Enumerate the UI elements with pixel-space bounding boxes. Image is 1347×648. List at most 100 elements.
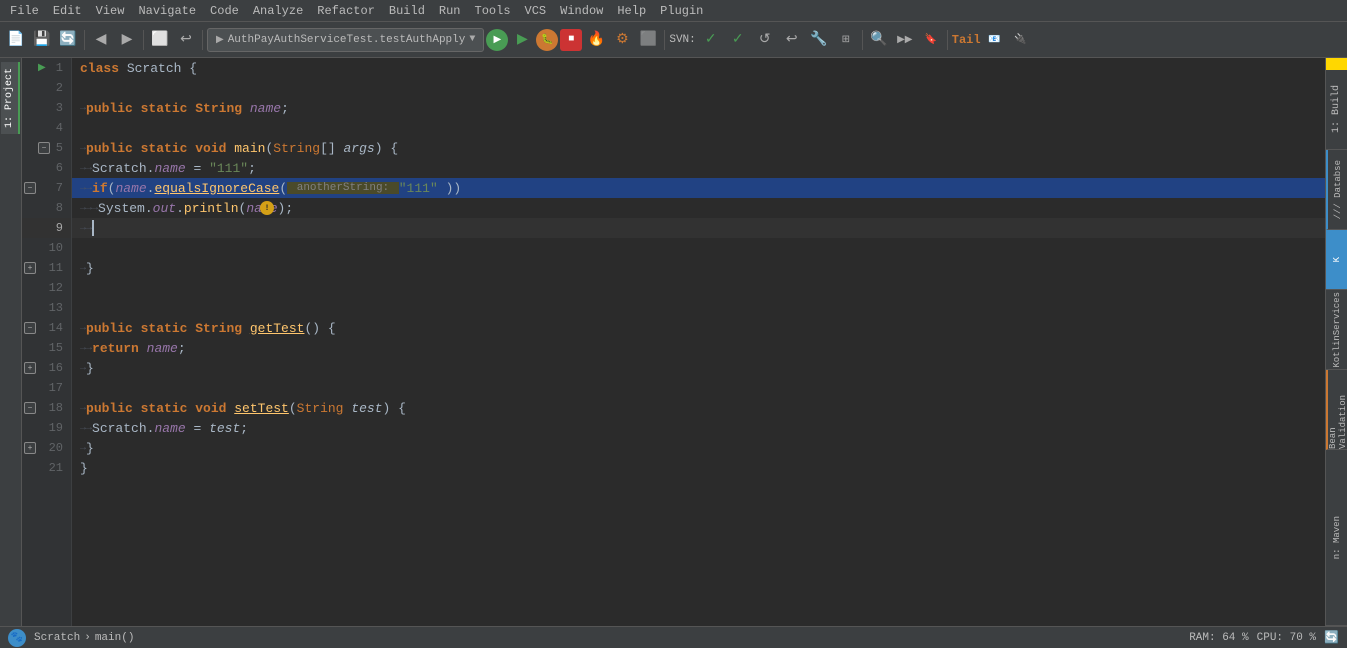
gutter-line-7: − 7 <box>22 178 71 198</box>
status-bar-right: RAM: 64 % CPU: 70 % 🔄 <box>1189 630 1339 645</box>
dog-icon: 🐾 <box>8 629 26 647</box>
sync-btn[interactable]: 🔄 <box>56 28 80 52</box>
menu-edit[interactable]: Edit <box>47 2 88 20</box>
gutter-line-6: 6 <box>22 158 71 178</box>
right-side-bars: 1: Build /// Databse K KotlinServices Be… <box>1325 58 1347 626</box>
code-line-3: →public static String name; <box>72 98 1325 118</box>
sidebar-item-project[interactable]: 1: Project <box>1 62 20 134</box>
code-line-14: →public static String getTest() { <box>72 318 1325 338</box>
code-editor[interactable]: class Scratch { →public static String na… <box>72 58 1325 626</box>
gutter-line-3: 3 <box>22 98 71 118</box>
breadcrumb-method[interactable]: main() <box>95 632 135 644</box>
menu-analyze[interactable]: Analyze <box>247 2 309 20</box>
sidebar-item-maven[interactable]: n: Maven <box>1326 450 1347 626</box>
code-line-2 <box>72 78 1325 98</box>
gutter-line-9: 9 <box>22 218 71 238</box>
forward-btn[interactable]: ▶ <box>115 28 139 52</box>
svn-wrench-btn[interactable]: 🔧 <box>807 28 831 52</box>
gutter-line-10: 10 <box>22 238 71 258</box>
breadcrumb-arrow: › <box>84 632 91 644</box>
gutter-line-15: 15 <box>22 338 71 358</box>
code-line-7: →→if(name.equalsIgnoreCase( anotherStrin… <box>72 178 1325 198</box>
svn-merge-btn[interactable]: ⊞ <box>834 28 858 52</box>
menu-tools[interactable]: Tools <box>469 2 517 20</box>
view-btn[interactable]: ⬜ <box>148 28 172 52</box>
menu-view[interactable]: View <box>90 2 131 20</box>
menu-run[interactable]: Run <box>433 2 467 20</box>
code-line-20: →} <box>72 438 1325 458</box>
code-line-4 <box>72 118 1325 138</box>
code-line-18: →public static void setTest(String test)… <box>72 398 1325 418</box>
flame-btn[interactable]: 🔥 <box>584 28 608 52</box>
menu-help[interactable]: Help <box>611 2 652 20</box>
run-button[interactable]: ▶ <box>486 29 508 51</box>
sidebar-item-beanvalidation[interactable]: Bean Validation <box>1326 370 1347 450</box>
run2-btn[interactable]: ▶▶ <box>893 28 917 52</box>
toolbar-sep-6 <box>947 30 948 50</box>
code-line-6: →→Scratch.name = "111"; <box>72 158 1325 178</box>
menu-window[interactable]: Window <box>554 2 609 20</box>
gutter-line-11: + 11 <box>22 258 71 278</box>
menu-refactor[interactable]: Refactor <box>311 2 381 20</box>
code-line-13 <box>72 298 1325 318</box>
bookmark-btn[interactable]: 🔖 <box>919 28 943 52</box>
gutter-line-4: 4 <box>22 118 71 138</box>
run-config-label: AuthPayAuthServiceTest.testAuthApply <box>228 34 466 46</box>
sidebar-item-build[interactable]: 1: Build <box>1326 70 1347 150</box>
extra-btn1[interactable]: 📧 <box>983 28 1007 52</box>
svn-area: SVN: ✓ ✓ ↺ ↩ 🔧 ⊞ <box>669 28 857 52</box>
main-layout: 1: Project ▶ 1 2 3 4 ▶ − 5 6 − 7 8 9 10 <box>0 58 1347 626</box>
toolbar-sep-1 <box>84 30 85 50</box>
debug-button[interactable]: 🐛 <box>536 29 558 51</box>
code-line-10 <box>72 238 1325 258</box>
disabled-btn: ⬜ <box>636 28 660 52</box>
code-line-8: →→→System.out.println(name); ! <box>72 198 1325 218</box>
sidebar-item-kotlinservices[interactable]: KotlinServices <box>1326 290 1347 370</box>
coverage-btn[interactable]: ▶ <box>510 28 534 52</box>
gutter-line-13: 13 <box>22 298 71 318</box>
code-line-17 <box>72 378 1325 398</box>
undo-btn[interactable]: ↩ <box>174 28 198 52</box>
svn-update-btn[interactable]: ✓ <box>726 28 750 52</box>
svn-revert-btn[interactable]: ↺ <box>753 28 777 52</box>
menu-code[interactable]: Code <box>204 2 245 20</box>
ram-label: RAM: 64 % <box>1189 632 1248 644</box>
back-btn[interactable]: ◀ <box>89 28 113 52</box>
refresh-icon[interactable]: 🔄 <box>1324 630 1339 645</box>
code-line-19: →→Scratch.name = test; <box>72 418 1325 438</box>
code-line-15: →→return name; <box>72 338 1325 358</box>
line-numbers-gutter: ▶ 1 2 3 4 ▶ − 5 6 − 7 8 9 10 + 11 <box>22 58 72 626</box>
menu-file[interactable]: File <box>4 2 45 20</box>
gutter-line-1: ▶ 1 <box>22 58 71 78</box>
breadcrumb-class[interactable]: Scratch <box>34 632 80 644</box>
extra-btn2[interactable]: 🔌 <box>1009 28 1033 52</box>
svn-check-btn[interactable]: ✓ <box>699 28 723 52</box>
code-line-16: →} <box>72 358 1325 378</box>
toolbar: 📄 💾 🔄 ◀ ▶ ⬜ ↩ ▶ AuthPayAuthServiceTest.t… <box>0 22 1347 58</box>
profiler-btn[interactable]: ⚙ <box>610 28 634 52</box>
yellow-indicator: ! <box>260 201 274 215</box>
svn-undo-btn[interactable]: ↩ <box>780 28 804 52</box>
code-line-11: →} <box>72 258 1325 278</box>
toolbar-sep-2 <box>143 30 144 50</box>
sidebar-item-kotlin[interactable]: K <box>1326 230 1347 290</box>
menu-build[interactable]: Build <box>383 2 431 20</box>
gutter-line-8: 8 <box>22 198 71 218</box>
gutter-line-16: + 16 <box>22 358 71 378</box>
sidebar-item-database[interactable]: /// Databse <box>1326 150 1347 230</box>
search-btn[interactable]: 🔍 <box>867 28 891 52</box>
menu-plugin[interactable]: Plugin <box>654 2 709 20</box>
run-config-selector[interactable]: ▶ AuthPayAuthServiceTest.testAuthApply ▼ <box>207 28 484 52</box>
new-file-btn[interactable]: 📄 <box>4 28 28 52</box>
code-line-1: class Scratch { <box>72 58 1325 78</box>
code-line-12 <box>72 278 1325 298</box>
gutter-line-12: 12 <box>22 278 71 298</box>
gutter-line-14: − 14 <box>22 318 71 338</box>
code-line-21: } <box>72 458 1325 478</box>
left-panel-tabs: 1: Project <box>0 58 22 626</box>
save-btn[interactable]: 💾 <box>30 28 54 52</box>
stop-btn[interactable]: ■ <box>560 29 582 51</box>
toolbar-sep-4 <box>664 30 665 50</box>
menu-vcs[interactable]: VCS <box>519 2 553 20</box>
menu-navigate[interactable]: Navigate <box>132 2 202 20</box>
